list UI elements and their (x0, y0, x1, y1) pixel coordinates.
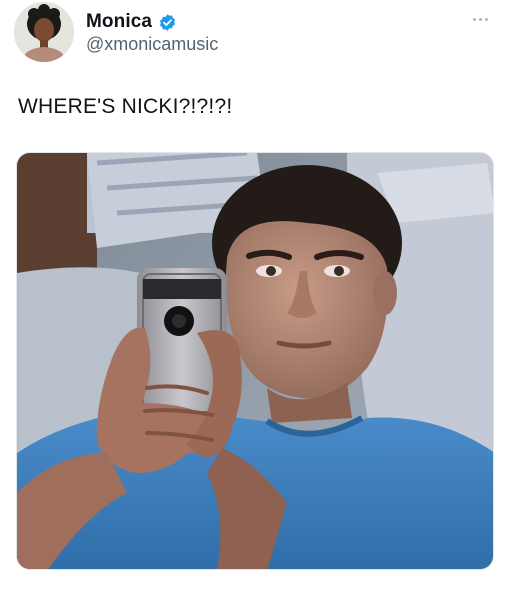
tweet-media-photo[interactable] (16, 152, 494, 570)
author-display-name[interactable]: Monica (86, 11, 152, 33)
more-dot (484, 17, 488, 21)
verified-badge-icon (160, 13, 176, 31)
tweet-text: WHERE'S NICKI?!?!?! (18, 95, 233, 118)
meme-photo (17, 153, 493, 569)
author-avatar[interactable] (14, 2, 74, 62)
more-options-button[interactable] (468, 12, 492, 26)
tweet-card[interactable]: Monica @xmonicamusic WHERE'S NICKI?!?!?! (0, 0, 510, 600)
avatar-photo (14, 2, 74, 62)
author-name-row[interactable]: Monica (86, 10, 177, 34)
author-handle[interactable]: @xmonicamusic (86, 34, 218, 55)
more-horizontal-icon (472, 17, 476, 21)
more-dot (478, 17, 482, 21)
